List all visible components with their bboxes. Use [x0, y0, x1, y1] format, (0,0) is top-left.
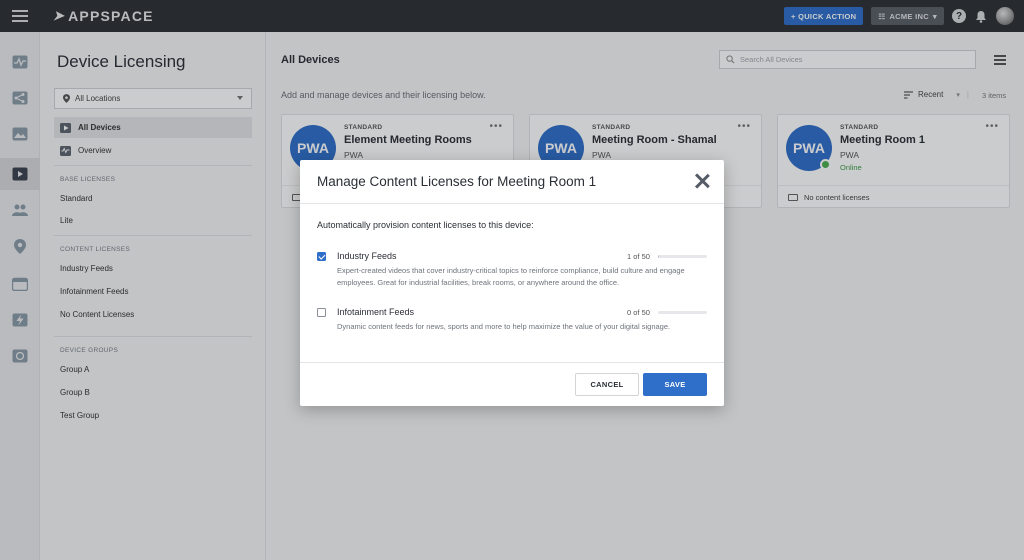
- cancel-button[interactable]: CANCEL: [575, 373, 639, 396]
- license-usage-bar: [658, 255, 707, 258]
- dialog-intro: Automatically provision content licenses…: [317, 220, 534, 230]
- license-usage-fill: [658, 255, 659, 258]
- close-icon[interactable]: [694, 173, 710, 189]
- dialog-header: Manage Content Licenses for Meeting Room…: [300, 160, 724, 204]
- option-label: Industry Feeds: [337, 251, 397, 261]
- license-count: 1 of 50: [627, 252, 650, 261]
- save-button[interactable]: SAVE: [643, 373, 707, 396]
- option-label: Infotainment Feeds: [337, 307, 415, 317]
- option-description: Expert-created videos that cover industr…: [337, 266, 685, 287]
- license-usage-bar: [658, 311, 707, 314]
- option-description: Dynamic content feeds for news, sports a…: [337, 322, 671, 331]
- license-count: 0 of 50: [627, 308, 650, 317]
- manage-licenses-dialog: Manage Content Licenses for Meeting Room…: [300, 160, 724, 406]
- dialog-title: Manage Content Licenses for Meeting Room…: [317, 174, 597, 189]
- infotainment-feeds-checkbox[interactable]: [317, 308, 326, 317]
- industry-feeds-checkbox[interactable]: [317, 252, 326, 261]
- dialog-footer-divider: [300, 362, 724, 363]
